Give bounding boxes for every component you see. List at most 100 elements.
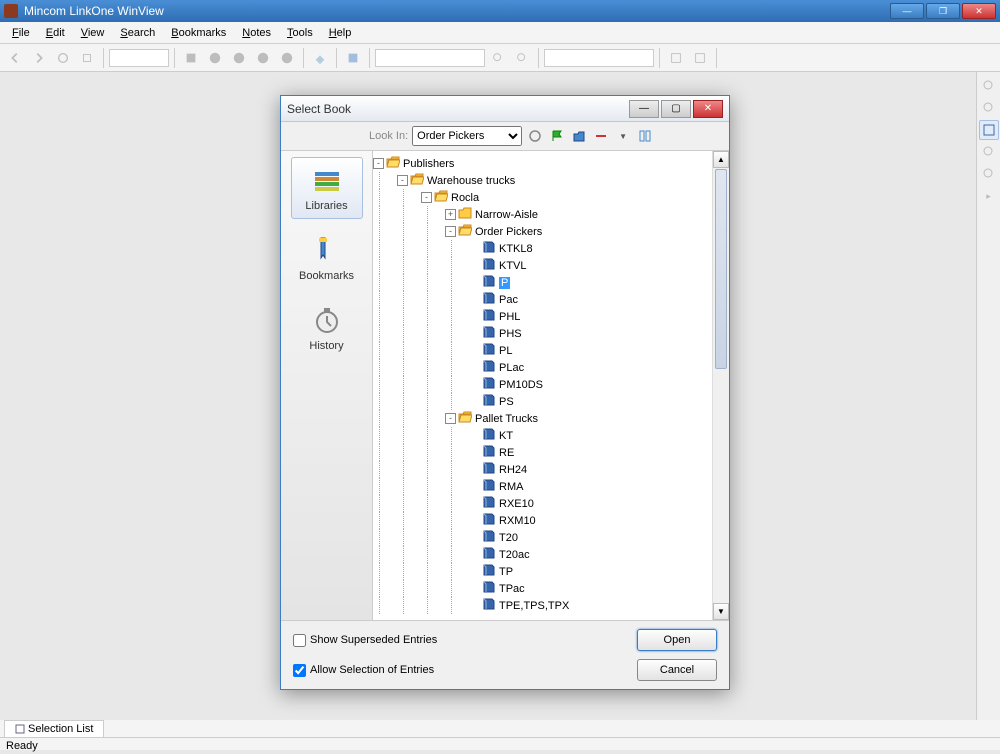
expand-toggle[interactable]: + <box>445 209 456 220</box>
tree-node-phl[interactable]: PHL <box>373 308 729 325</box>
toolbar-stop-icon[interactable] <box>180 47 202 69</box>
toolbar-forward-icon[interactable] <box>28 47 50 69</box>
toolbar-dropdown-2[interactable] <box>375 49 485 67</box>
tree-node-rma[interactable]: RMA <box>373 478 729 495</box>
toolbar-zoomout-icon[interactable] <box>511 47 533 69</box>
tree-node-p[interactable]: P <box>373 274 729 291</box>
menu-tools[interactable]: Tools <box>279 25 321 41</box>
right-zoom3-icon[interactable] <box>979 142 999 162</box>
menu-file[interactable]: File <box>4 25 38 41</box>
tree-view[interactable]: -Publishers-Warehouse trucks-Rocla+Narro… <box>373 151 729 620</box>
right-fit-icon[interactable] <box>979 120 999 140</box>
right-arrow-icon[interactable]: ▸ <box>979 186 999 206</box>
tree-node-re[interactable]: RE <box>373 444 729 461</box>
toolbar-dropdown-3[interactable] <box>544 49 654 67</box>
menu-view[interactable]: View <box>73 25 113 41</box>
dialog-footer: Show Superseded Entries Open Allow Selec… <box>281 620 729 689</box>
book-icon <box>482 275 496 290</box>
toolbar-misc2-icon[interactable] <box>689 47 711 69</box>
tree-node-tp[interactable]: TP <box>373 563 729 580</box>
tree-node-t20ac[interactable]: T20ac <box>373 546 729 563</box>
tree-node-ps[interactable]: PS <box>373 393 729 410</box>
book-icon <box>482 445 496 460</box>
cancel-button[interactable]: Cancel <box>637 659 717 681</box>
toolbar-prev-icon[interactable] <box>252 47 274 69</box>
right-zoom-icon[interactable] <box>979 76 999 96</box>
menu-notes[interactable]: Notes <box>234 25 279 41</box>
toolbar-refresh-icon[interactable] <box>52 47 74 69</box>
right-zoom4-icon[interactable] <box>979 164 999 184</box>
tree-scrollbar[interactable]: ▲ ▼ <box>712 151 729 620</box>
tree-node-warehouse-trucks[interactable]: -Warehouse trucks <box>373 172 729 189</box>
toolbar-zoomin-icon[interactable] <box>487 47 509 69</box>
tree-node-narrow-aisle[interactable]: +Narrow-Aisle <box>373 206 729 223</box>
sidebar-bookmarks[interactable]: Bookmarks <box>291 227 363 289</box>
tree-node-t20[interactable]: T20 <box>373 529 729 546</box>
toolbar-next-icon[interactable] <box>276 47 298 69</box>
up-folder-icon[interactable] <box>570 127 588 145</box>
minus-flag-icon[interactable] <box>592 127 610 145</box>
toolbar-down-icon[interactable] <box>228 47 250 69</box>
tree-node-rocla[interactable]: -Rocla <box>373 189 729 206</box>
tree-node-ktkl8[interactable]: KTKL8 <box>373 240 729 257</box>
tree-node-rxe10[interactable]: RXE10 <box>373 495 729 512</box>
toolbar-dropdown-1[interactable] <box>109 49 169 67</box>
selection-list-tab[interactable]: Selection List <box>4 720 104 737</box>
tree-node-tpe-tps-tpx[interactable]: TPE,TPS,TPX <box>373 597 729 614</box>
show-superseded-checkbox[interactable]: Show Superseded Entries <box>293 634 437 647</box>
tree-node-pallet-trucks[interactable]: -Pallet Trucks <box>373 410 729 427</box>
sidebar-libraries[interactable]: Libraries <box>291 157 363 219</box>
tree-node-phs[interactable]: PHS <box>373 325 729 342</box>
maximize-button[interactable]: ❐ <box>926 3 960 19</box>
menu-edit[interactable]: Edit <box>38 25 73 41</box>
book-icon <box>482 360 496 375</box>
expand-toggle[interactable]: - <box>397 175 408 186</box>
tree-node-kt[interactable]: KT <box>373 427 729 444</box>
sidebar-history[interactable]: History <box>291 297 363 359</box>
right-zoom2-icon[interactable] <box>979 98 999 118</box>
refresh-icon[interactable] <box>526 127 544 145</box>
expand-toggle[interactable]: - <box>373 158 384 169</box>
dialog-maximize-button[interactable]: ▢ <box>661 100 691 118</box>
dialog-titlebar[interactable]: Select Book — ▢ ✕ <box>281 96 729 122</box>
tree-node-pm10ds[interactable]: PM10DS <box>373 376 729 393</box>
scroll-up-button[interactable]: ▲ <box>713 151 729 168</box>
view-icon[interactable] <box>636 127 654 145</box>
dialog-close-button[interactable]: ✕ <box>693 100 723 118</box>
tree-node-pl[interactable]: PL <box>373 342 729 359</box>
scroll-thumb[interactable] <box>715 169 727 369</box>
dialog-minimize-button[interactable]: — <box>629 100 659 118</box>
expand-toggle[interactable]: - <box>445 413 456 424</box>
tree-node-rxm10[interactable]: RXM10 <box>373 512 729 529</box>
toolbar-home-icon[interactable] <box>76 47 98 69</box>
close-button[interactable]: ✕ <box>962 3 996 19</box>
chevron-down-icon[interactable]: ▼ <box>614 127 632 145</box>
book-icon <box>482 428 496 443</box>
open-button[interactable]: Open <box>637 629 717 651</box>
toolbar-misc1-icon[interactable] <box>665 47 687 69</box>
menu-help[interactable]: Help <box>321 25 360 41</box>
menu-search[interactable]: Search <box>112 25 163 41</box>
plus-flag-icon[interactable] <box>548 127 566 145</box>
book-icon <box>482 581 496 596</box>
libraries-icon <box>311 164 343 196</box>
toolbar-eraser-icon[interactable] <box>309 47 331 69</box>
allow-selection-checkbox[interactable]: Allow Selection of Entries <box>293 664 434 677</box>
tree-node-publishers[interactable]: -Publishers <box>373 155 729 172</box>
tree-node-ktvl[interactable]: KTVL <box>373 257 729 274</box>
toolbar-back-icon[interactable] <box>4 47 26 69</box>
toolbar-up-icon[interactable] <box>204 47 226 69</box>
lookin-select[interactable]: Order Pickers <box>412 126 522 146</box>
tree-node-tpac[interactable]: TPac <box>373 580 729 597</box>
tree-node-pac[interactable]: Pac <box>373 291 729 308</box>
expand-toggle[interactable]: - <box>421 192 432 203</box>
tree-node-order-pickers[interactable]: -Order Pickers <box>373 223 729 240</box>
dialog-title: Select Book <box>287 102 627 116</box>
minimize-button[interactable]: — <box>890 3 924 19</box>
tree-node-plac[interactable]: PLac <box>373 359 729 376</box>
toolbar-book-icon[interactable] <box>342 47 364 69</box>
expand-toggle[interactable]: - <box>445 226 456 237</box>
menu-bookmarks[interactable]: Bookmarks <box>163 25 234 41</box>
scroll-down-button[interactable]: ▼ <box>713 603 729 620</box>
tree-node-rh24[interactable]: RH24 <box>373 461 729 478</box>
